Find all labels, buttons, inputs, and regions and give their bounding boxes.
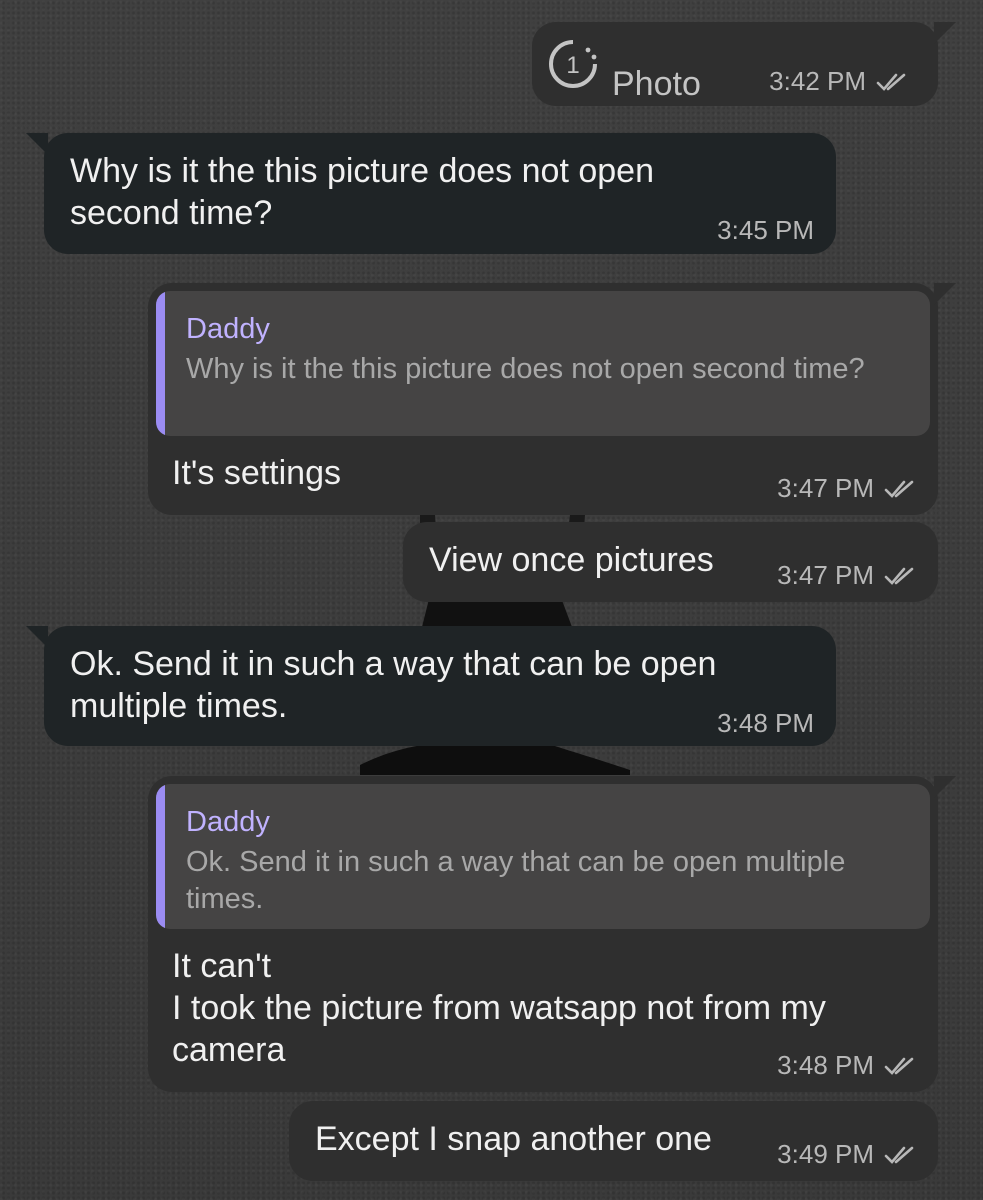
message-text: View once pictures [429,541,714,579]
double-check-icon [884,1057,914,1075]
message-bubble-incoming[interactable]: Why is it the this picture does not open… [26,133,836,254]
message-time: 3:48 PM [777,1050,874,1080]
message-bubble-outgoing[interactable]: View once pictures 3:47 PM [403,522,938,602]
double-check-icon [884,1146,914,1164]
message-text: Why is it the this picture does not open… [70,152,654,232]
message-time: 3:42 PM [769,66,866,96]
message-time: 3:48 PM [717,708,814,738]
message-text: It's settings [172,454,342,492]
message-bubble-outgoing[interactable]: Except I snap another one 3:49 PM [289,1101,938,1181]
view-once-icon: 1 [549,40,597,88]
message-bubble-photo[interactable]: 1 Photo 3:42 PM [532,22,956,106]
message-text: Except I snap another one [315,1120,712,1158]
message-bubble-reply[interactable]: Daddy Why is it the this picture does no… [148,283,956,515]
message-text: Ok. Send it in such a way that can be op… [70,645,717,725]
quote-author: Daddy [186,313,270,345]
message-bubble-incoming[interactable]: Ok. Send it in such a way that can be op… [26,626,836,746]
photo-label: Photo [612,65,701,103]
double-check-icon [884,567,914,585]
quoted-message[interactable]: Daddy Ok. Send it in such a way that can… [156,784,930,929]
quote-text: Ok. Send it in such a way that can be op… [186,846,846,915]
quote-accent-bar [156,784,165,929]
quote-accent-bar [156,291,165,436]
message-time: 3:47 PM [777,473,874,503]
double-check-icon [876,73,906,91]
quote-text: Why is it the this picture does not open… [186,353,865,385]
message-time: 3:45 PM [717,215,814,245]
svg-text:1: 1 [566,52,579,79]
quoted-message[interactable]: Daddy Why is it the this picture does no… [156,291,930,436]
message-bubble-reply[interactable]: Daddy Ok. Send it in such a way that can… [148,776,956,1092]
double-check-icon [884,480,914,498]
quote-author: Daddy [186,806,270,838]
message-time: 3:49 PM [777,1139,874,1169]
message-time: 3:47 PM [777,560,874,590]
